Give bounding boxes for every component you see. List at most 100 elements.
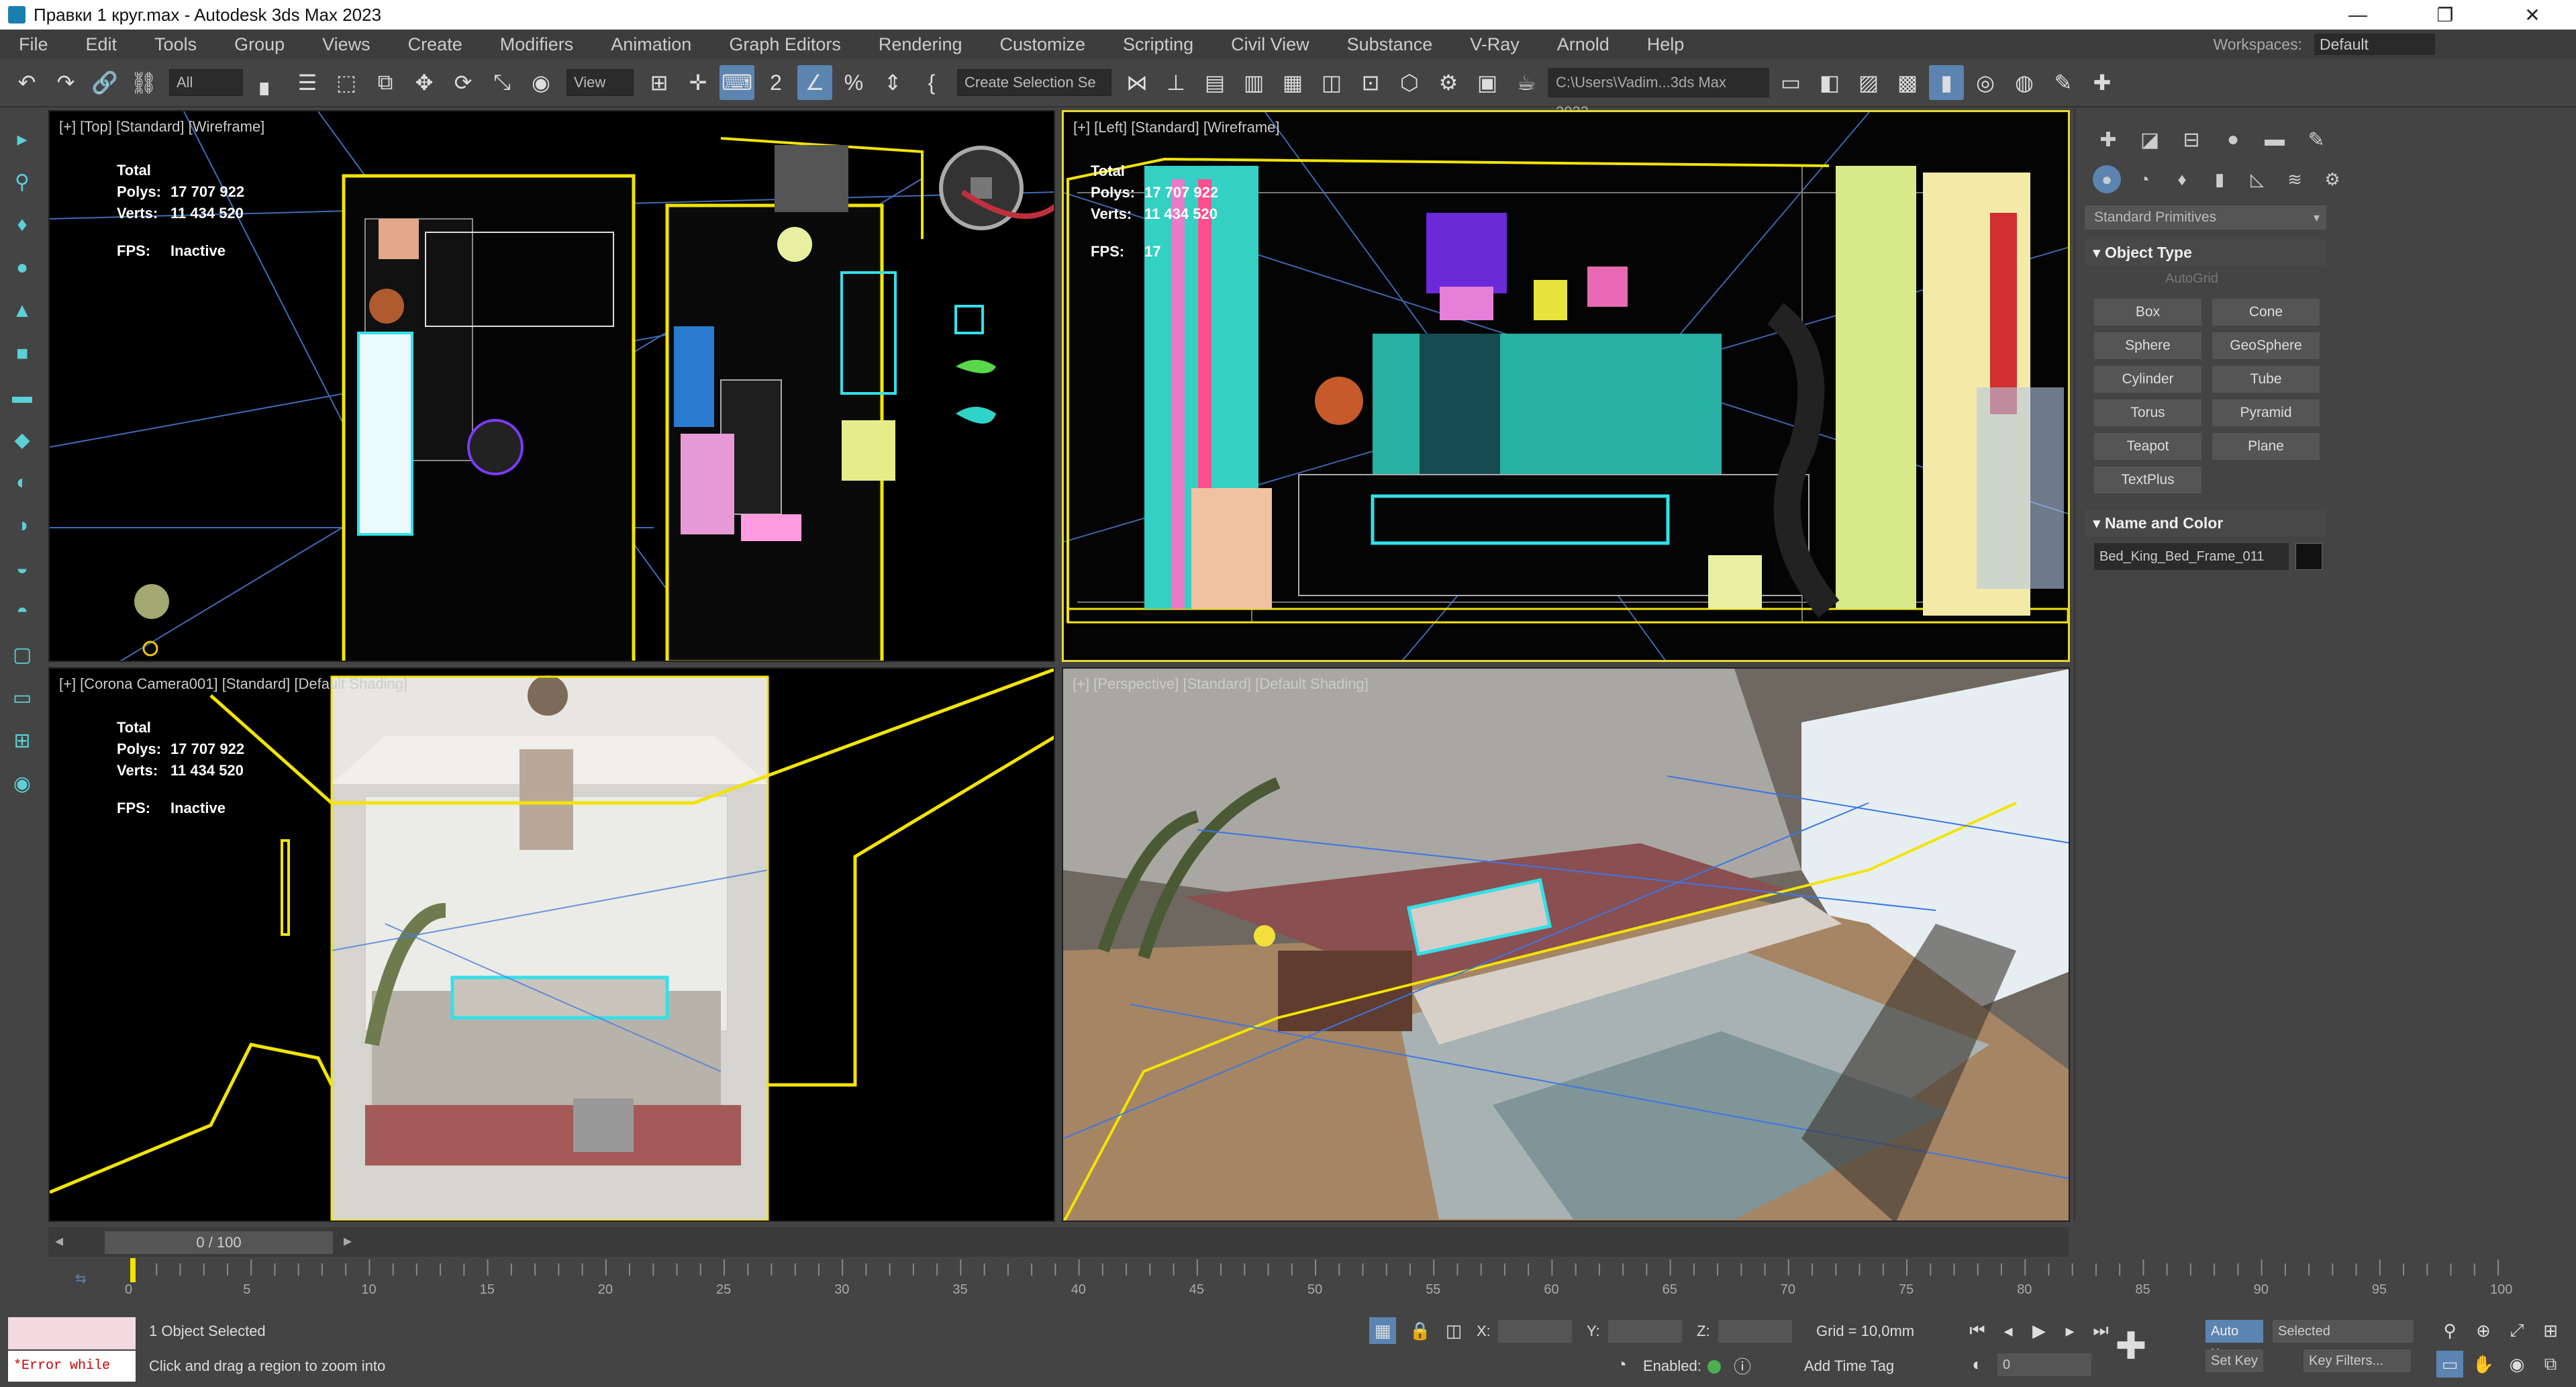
keyboard-shortcut-icon[interactable]: ⌨ [720, 65, 754, 100]
plane-tool-icon[interactable]: ▬ [5, 380, 39, 414]
info-icon[interactable]: ⓘ [1729, 1352, 1756, 1379]
spinner-snap-icon[interactable]: ⇕ [875, 65, 910, 100]
project-folder-path[interactable]: C:\Users\Vadim...3ds Max 2023 [1548, 68, 1769, 120]
ribbon-icon[interactable]: ▦ [1275, 65, 1310, 100]
menu-animation[interactable]: Animation [592, 34, 710, 55]
create-pyramid-button[interactable]: Pyramid [2212, 399, 2320, 426]
orbit-icon[interactable]: ◉ [2504, 1351, 2530, 1378]
x-coord-field[interactable] [1498, 1320, 1572, 1343]
create-plane-button[interactable]: Plane [2212, 433, 2320, 460]
object-name-field[interactable]: Bed_King_Bed_Frame_011 [2094, 543, 2289, 570]
populate-icon[interactable]: ▸ [5, 122, 39, 156]
set-key-big-icon[interactable]: ✚ [2108, 1323, 2154, 1370]
viewport-camera[interactable]: [+] [Corona Camera001] [Standard] [Defau… [48, 667, 1055, 1222]
menu-modifiers[interactable]: Modifiers [481, 34, 593, 55]
unlink-icon[interactable]: ⛓ [126, 65, 161, 100]
auto-key-button[interactable]: Auto Key [2206, 1320, 2263, 1361]
key-filters-button[interactable]: Key Filters... [2303, 1349, 2411, 1372]
menu-arnold[interactable]: Arnold [1538, 34, 1628, 55]
link-icon[interactable]: 🔗 [87, 65, 122, 100]
walker-icon[interactable]: ⚲ [5, 165, 39, 199]
create-tube-button[interactable]: Tube [2212, 366, 2320, 393]
menu-group[interactable]: Group [215, 34, 303, 55]
time-slider[interactable]: ◂ 0 / 100 ▸ [48, 1227, 2069, 1257]
link-tool-icon[interactable]: ◐ [5, 466, 39, 499]
create-box-button[interactable]: Box [2094, 299, 2201, 326]
command-panel-toggle-icon[interactable]: ▮ [1929, 65, 1964, 100]
selection-filter-dropdown[interactable]: All [169, 69, 243, 96]
rect-selection-icon[interactable]: ⬚ [329, 65, 364, 100]
y-coord-field[interactable] [1608, 1320, 1682, 1343]
grid-tool-icon[interactable]: ⊞ [5, 724, 39, 757]
select-manipulate-icon[interactable]: ✛ [681, 65, 715, 100]
render-setup-icon[interactable]: ⚙ [1431, 65, 1466, 100]
viewport-camera-label[interactable]: [+] [Corona Camera001] [Standard] [Defau… [59, 675, 407, 693]
maximize-viewport-icon[interactable]: ⧉ [2537, 1351, 2564, 1378]
cloth-icon[interactable]: ◒ [5, 552, 39, 585]
toggle-scene-icon[interactable]: ▨ [1851, 65, 1886, 100]
physx-icon[interactable]: ◑ [5, 509, 39, 542]
menu-create[interactable]: Create [389, 34, 481, 55]
maxscript-output[interactable]: *Error while [8, 1351, 136, 1382]
create-torus-button[interactable]: Torus [2094, 399, 2201, 426]
schematic-view-icon[interactable]: ⊡ [1353, 65, 1388, 100]
menu-file[interactable]: File [0, 34, 67, 55]
autogrid-checkbox[interactable]: AutoGrid [2085, 266, 2326, 292]
render-icon[interactable]: ☕ [1509, 65, 1544, 100]
display-tab-icon[interactable]: ▬ [2259, 124, 2290, 155]
primitive-type-dropdown[interactable]: Standard Primitives [2085, 205, 2326, 230]
viewport-layout-icon[interactable]: ▩ [1890, 65, 1925, 100]
viewport-perspective[interactable]: [+] [Perspective] [Standard] [Default Sh… [1062, 667, 2070, 1222]
zoom-region-icon[interactable]: ▭ [2436, 1351, 2463, 1378]
menu-vray[interactable]: V-Ray [1451, 34, 1538, 55]
menu-rendering[interactable]: Rendering [860, 34, 981, 55]
viewport-top[interactable]: [+] [Top] [Standard] [Wireframe] Total P… [48, 110, 1055, 662]
align-icon[interactable]: ⊥ [1158, 65, 1193, 100]
pen-icon[interactable]: ✎ [2046, 65, 2081, 100]
absolute-mode-icon[interactable]: ◫ [1440, 1317, 1467, 1344]
selected-dropdown[interactable]: Selected [2273, 1320, 2414, 1343]
layer-explorer-icon[interactable]: ▥ [1236, 65, 1271, 100]
select-object-icon[interactable]: ▖ [251, 65, 286, 100]
modifier-icon[interactable]: ◆ [5, 423, 39, 457]
arnold-icon[interactable]: ◎ [1968, 65, 2003, 100]
project-folder-icon[interactable]: ▭ [1773, 65, 1808, 100]
create-cone-button[interactable]: Cone [2212, 299, 2320, 326]
create-tab-icon[interactable]: ✚ [2093, 124, 2124, 155]
menu-customize[interactable]: Customize [981, 34, 1105, 55]
utilities-tab-icon[interactable]: ✎ [2301, 124, 2332, 155]
menu-edit[interactable]: Edit [67, 34, 136, 55]
viewport-top-label[interactable]: [+] [Top] [Standard] [Wireframe] [59, 118, 264, 136]
menu-views[interactable]: Views [303, 34, 389, 55]
track-bar[interactable]: ⇆ 0 5 10 15 20 25 30 35 40 45 50 55 60 65 70 75 80 85 90 95… [48, 1257, 2512, 1304]
isolate-selection-icon[interactable]: ▦ [1369, 1317, 1396, 1344]
add-time-tag-button[interactable]: Add Time Tag [1804, 1357, 1894, 1375]
maxscript-listener-input[interactable] [8, 1317, 136, 1349]
mirror-icon[interactable]: ⋈ [1120, 65, 1154, 100]
z-coord-field[interactable] [1718, 1320, 1792, 1343]
eye-icon[interactable]: ◉ [5, 767, 39, 800]
modify-tab-icon[interactable]: ◪ [2134, 124, 2165, 155]
material-editor-icon[interactable]: ⬡ [1392, 65, 1427, 100]
sphere-tool-icon[interactable]: ● [5, 251, 39, 285]
menu-scripting[interactable]: Scripting [1104, 34, 1212, 55]
hierarchy-tab-icon[interactable]: ⊟ [2176, 124, 2207, 155]
name-color-header[interactable]: ▾ Name and Color [2085, 510, 2326, 536]
place-icon[interactable]: ◉ [524, 65, 558, 100]
current-frame-field[interactable]: 0 [1997, 1353, 2091, 1376]
systems-icon[interactable]: ⚙ [2318, 165, 2346, 193]
select-by-name-icon[interactable]: ☰ [290, 65, 325, 100]
cone-tool-icon[interactable]: ▲ [5, 294, 39, 328]
reference-coord-dropdown[interactable]: View [566, 69, 634, 96]
redo-icon[interactable]: ↷ [48, 65, 83, 100]
create-textplus-button[interactable]: TextPlus [2094, 467, 2201, 493]
add-toolbar-icon[interactable]: ✚ [2085, 65, 2120, 100]
prev-frame-icon[interactable]: ◂ [1995, 1317, 2022, 1344]
move-icon[interactable]: ✥ [407, 65, 442, 100]
curve-editor-icon[interactable]: ◫ [1314, 65, 1349, 100]
workspaces-dropdown[interactable]: Default [2314, 34, 2435, 55]
object-color-swatch[interactable] [2295, 543, 2322, 570]
viewport-left-label[interactable]: [+] [Left] [Standard] [Wireframe] [1073, 119, 1280, 136]
pan-icon[interactable]: ✋ [2470, 1351, 2497, 1378]
spacewarps-icon[interactable]: ≋ [2281, 165, 2309, 193]
